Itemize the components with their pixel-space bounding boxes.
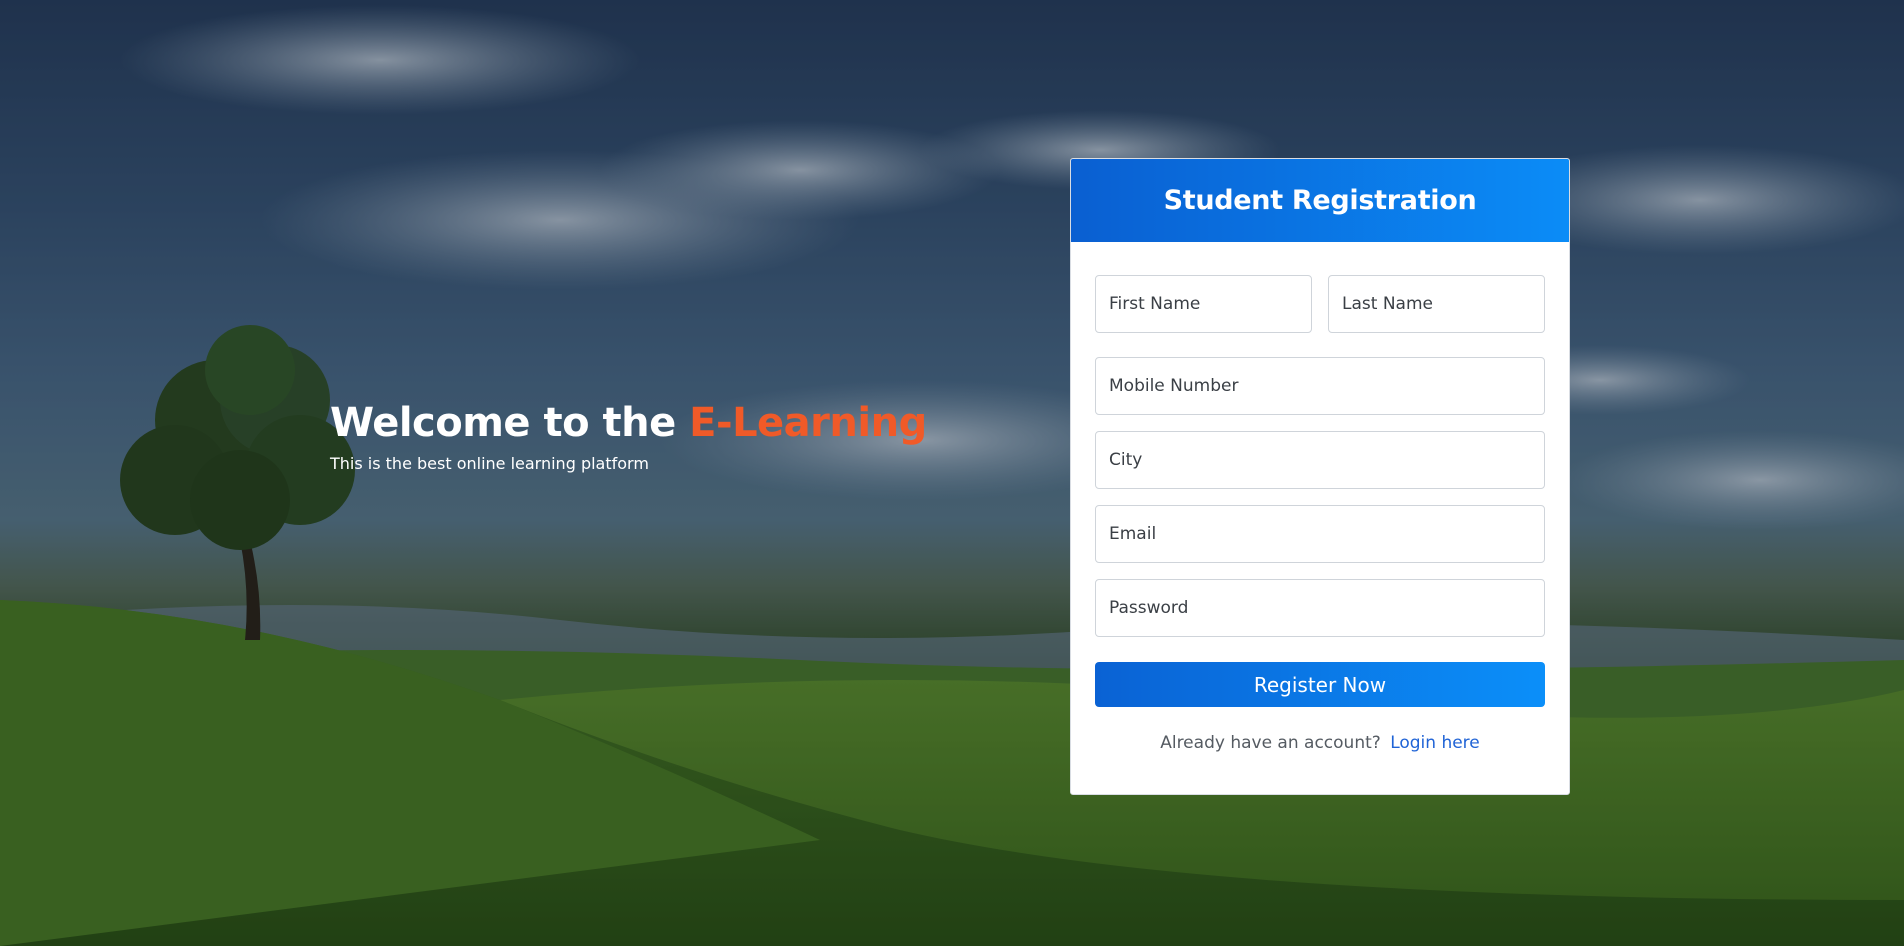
hero-title: Welcome to the E-Learning — [330, 400, 927, 446]
last-name-input[interactable] — [1328, 275, 1545, 333]
first-name-input[interactable] — [1095, 275, 1312, 333]
login-prompt-row: Already have an account? Login here — [1095, 733, 1545, 753]
hero-title-prefix: Welcome to the — [330, 400, 690, 446]
hero-subtitle: This is the best online learning platfor… — [330, 454, 649, 473]
login-link[interactable]: Login here — [1390, 733, 1480, 753]
password-input[interactable] — [1095, 579, 1545, 637]
registration-form: Register Now Already have an account? Lo… — [1071, 242, 1569, 753]
login-prompt-text: Already have an account? — [1160, 733, 1381, 753]
email-input[interactable] — [1095, 505, 1545, 563]
mobile-number-input[interactable] — [1095, 357, 1545, 415]
form-title: Student Registration — [1163, 185, 1477, 216]
hero-title-accent: E-Learning — [689, 400, 927, 446]
name-row — [1095, 275, 1545, 333]
hero-section: Welcome to the E-Learning This is the be… — [330, 400, 927, 473]
background-overlay — [0, 0, 1904, 946]
background-landscape — [0, 0, 1904, 946]
city-input[interactable] — [1095, 431, 1545, 489]
registration-card: Student Registration Register Now Alread… — [1070, 158, 1570, 795]
register-button[interactable]: Register Now — [1095, 662, 1545, 707]
card-header: Student Registration — [1071, 159, 1569, 242]
